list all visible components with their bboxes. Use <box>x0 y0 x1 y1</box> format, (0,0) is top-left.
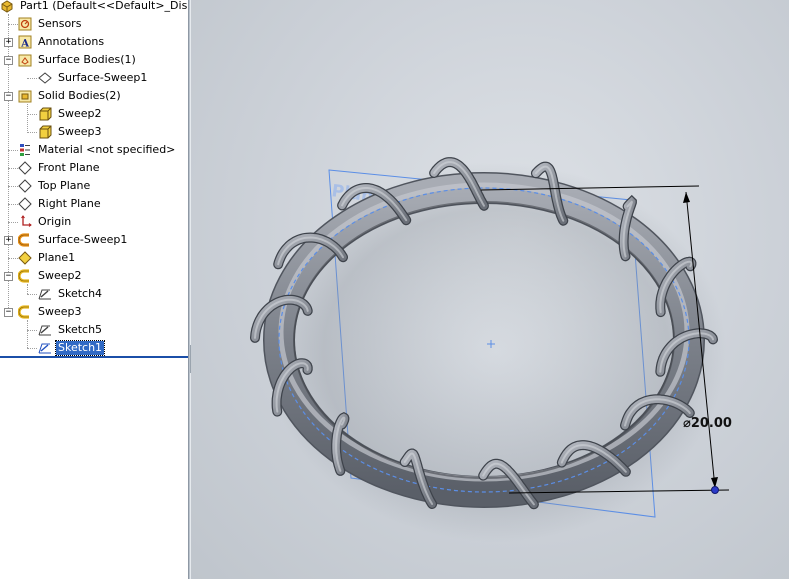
tree-item-label: Solid Bodies(2) <box>38 89 121 102</box>
tree-item-label: Front Plane <box>38 161 100 174</box>
surface-bodies-folder-icon <box>18 54 32 67</box>
tree-root-label: Part1 (Default<<Default>_Display State 1… <box>20 0 188 12</box>
sweep-feature-icon <box>18 305 29 319</box>
sweep-feature-icon <box>18 233 29 247</box>
plane-icon <box>18 197 32 211</box>
tree-item-label: Sweep2 <box>58 107 102 120</box>
tree-item-surface-sweep1[interactable]: Surface-Sweep1 <box>18 231 129 249</box>
annotation-icon: A <box>18 35 32 49</box>
dimension-label[interactable]: ⌀20.00 <box>683 416 732 431</box>
sketch-icon <box>38 343 51 354</box>
tree-item-sensors[interactable]: Sensors <box>18 15 83 33</box>
model-view: Plane1 ⌀20.00 <box>250 157 732 542</box>
surface-body-icon <box>38 72 52 84</box>
svg-text:A: A <box>20 39 29 50</box>
tree-item-label: Top Plane <box>38 179 91 192</box>
tree-item-front-plane[interactable]: Front Plane <box>18 159 102 177</box>
expand-surface-sweep1-toggle[interactable]: + <box>4 236 13 245</box>
tree-item-label: Annotations <box>38 35 105 48</box>
tree-item-material[interactable]: Material <not specified> <box>18 141 177 159</box>
tree-item-label: Sensors <box>38 17 82 30</box>
material-icon <box>20 144 30 156</box>
solid-bodies-folder-icon <box>18 90 32 103</box>
collapse-solid-bodies-toggle[interactable]: − <box>4 92 13 101</box>
tree-item-solid-bodies[interactable]: Solid Bodies(2) <box>18 87 123 105</box>
tree-item-label: Sweep3 <box>58 125 102 138</box>
tree-item-label: Sweep3 <box>38 305 82 318</box>
tree-item-sketch5[interactable]: Sketch5 <box>38 321 104 339</box>
plane-icon <box>18 179 32 193</box>
tree-item-label: Sketch4 <box>58 287 103 300</box>
sweep-feature-icon <box>18 269 29 283</box>
plane-feature-icon <box>18 251 32 265</box>
part-icon <box>1 0 13 13</box>
tree-item-label: Material <not specified> <box>38 143 176 156</box>
origin-icon <box>21 215 32 227</box>
expand-annotations-toggle[interactable]: + <box>4 38 13 47</box>
collapse-surface-bodies-toggle[interactable]: − <box>4 56 13 65</box>
tree-item-annotations[interactable]: A Annotations <box>18 33 106 51</box>
tree-item-top-plane[interactable]: Top Plane <box>18 177 92 195</box>
tree-item-label-selected: Sketch1 <box>54 340 106 356</box>
tree-item-solid-body-sweep2[interactable]: Sweep2 <box>38 105 104 123</box>
plane-icon <box>18 161 32 175</box>
tree-item-plane1[interactable]: Plane1 <box>18 249 77 267</box>
tree-item-label: Right Plane <box>38 197 101 210</box>
tree-item-label: Surface-Sweep1 <box>58 71 148 84</box>
rollback-bar[interactable] <box>0 356 188 358</box>
graphics-viewport[interactable]: Plane1 ⌀20.00 <box>191 0 789 579</box>
sketch-icon <box>38 325 51 336</box>
sketch-icon <box>38 289 51 300</box>
solid-body-icon <box>39 125 52 139</box>
tree-item-label: Origin <box>38 215 72 228</box>
tree-item-solid-body-sweep3[interactable]: Sweep3 <box>38 123 104 141</box>
tree-item-label: Surface Bodies(1) <box>38 53 136 66</box>
tree-item-right-plane[interactable]: Right Plane <box>18 195 103 213</box>
tree-item-label: Sketch5 <box>58 323 103 336</box>
tree-item-sweep3[interactable]: Sweep3 <box>18 303 84 321</box>
tree-item-sweep2[interactable]: Sweep2 <box>18 267 84 285</box>
tree-item-sketch1[interactable]: Sketch1 <box>38 339 106 357</box>
collapse-sweep2-toggle[interactable]: − <box>4 272 13 281</box>
tree-item-surface-bodies[interactable]: Surface Bodies(1) <box>18 51 138 69</box>
tree-item-surface-body-sweep1[interactable]: Surface-Sweep1 <box>38 69 149 87</box>
tree-item-sketch4[interactable]: Sketch4 <box>38 285 104 303</box>
tree-item-label: Sweep2 <box>38 269 82 282</box>
sensor-icon <box>18 17 32 31</box>
tree-item-origin[interactable]: Origin <box>18 213 73 231</box>
tree-item-label: Surface-Sweep1 <box>38 233 128 246</box>
collapse-sweep3-toggle[interactable]: − <box>4 308 13 317</box>
tree-root-part1[interactable]: Part1 (Default<<Default>_Display State 1… <box>0 0 188 15</box>
tree-item-label: Plane1 <box>38 251 76 264</box>
feature-manager-tree: Part1 (Default<<Default>_Display State 1… <box>0 0 188 579</box>
solid-body-icon <box>39 107 52 121</box>
